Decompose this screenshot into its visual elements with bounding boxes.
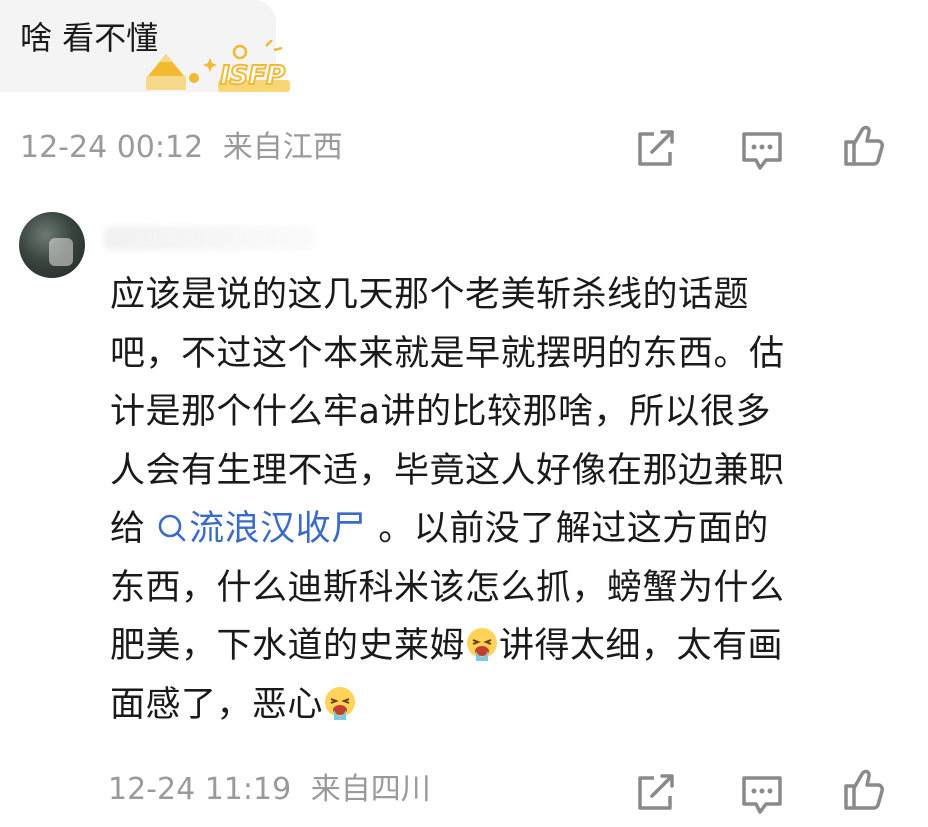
comment-timestamp: 12-24 11:19	[108, 772, 292, 807]
username[interactable]	[104, 226, 314, 250]
like-button[interactable]	[840, 122, 888, 170]
comment-text: 肥美，下水道的史莱姆	[110, 626, 466, 666]
badge-text: ISFP	[220, 61, 285, 91]
isfp-badge: ISFP	[142, 39, 298, 98]
comment-line: 吧，不过这个本来就是早就摆明的东西。估	[110, 333, 785, 374]
comment-body: 应该是说的这几天那个老美斩杀线的话题 吧，不过这个本来就是早就摆明的东西。估 计…	[110, 266, 910, 734]
comment-meta: 12-24 11:19 来自四川	[108, 770, 431, 810]
comment-text: 给	[110, 509, 158, 549]
comment-icon	[742, 132, 782, 170]
avatar-figure	[49, 238, 73, 266]
topic-link-label: 流浪汉收尸	[189, 509, 367, 549]
comment-line: 面感了，恶心	[110, 676, 910, 735]
badge-logo-icon: ISFP	[146, 39, 290, 92]
search-icon	[158, 514, 186, 542]
share-button[interactable]	[632, 124, 680, 172]
comment-line: 人会有生理不适，毕竟这人好像在那边兼职	[110, 450, 785, 491]
vomit-emoji-icon	[325, 686, 356, 720]
topic-link[interactable]: 流浪汉收尸	[157, 509, 367, 549]
comment-text: 。以前没了解过这方面的	[366, 509, 769, 549]
reply-text: 啥 看不懂	[20, 19, 159, 57]
comment-line: 肥美，下水道的史莱姆 讲得太细，太有画	[110, 617, 910, 676]
comment-line: 计是那个什么牢a讲的比较那啥，所以很多	[110, 392, 771, 432]
like-icon	[844, 125, 884, 166]
share-button[interactable]	[632, 768, 680, 816]
comment-line: 东西，什么迪斯科米该怎么抓，螃蟹为什么	[110, 567, 785, 608]
comment-button[interactable]	[738, 126, 786, 174]
share-icon	[638, 130, 674, 166]
comment-line: 应该是说的这几天那个老美斩杀线的话题	[110, 275, 750, 315]
avatar[interactable]	[19, 212, 85, 278]
comment-text: 讲得太细，太有画	[499, 626, 784, 666]
comment-button[interactable]	[738, 770, 786, 818]
comment-line: 给 流浪汉收尸 。以前没了解过这方面的	[110, 500, 910, 559]
like-icon	[844, 769, 884, 810]
comment-text: 面感了，恶心	[110, 684, 324, 725]
vomit-emoji-icon	[467, 628, 498, 661]
comment-icon	[742, 776, 782, 814]
like-button[interactable]	[840, 766, 888, 814]
reply-timestamp: 12-24 00:12	[20, 130, 204, 165]
comment-location: 来自四川	[310, 772, 431, 807]
reply-meta: 12-24 00:12 来自江西	[20, 128, 343, 168]
reply-location: 来自江西	[222, 130, 343, 165]
share-icon	[638, 774, 674, 810]
